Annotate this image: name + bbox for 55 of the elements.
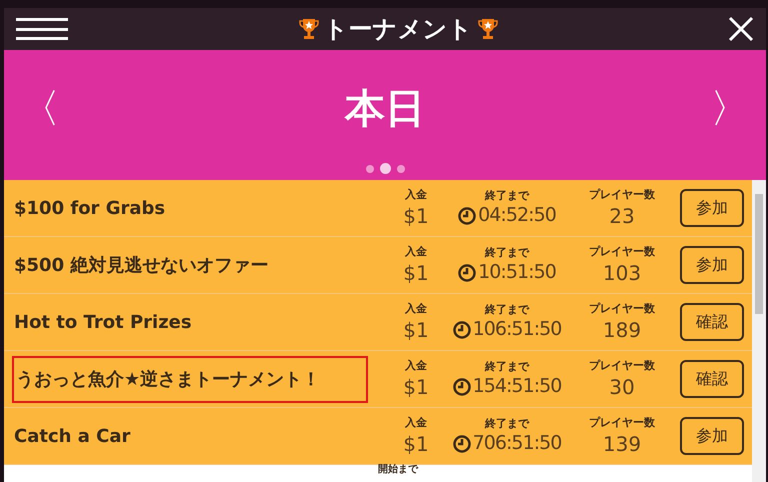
fee-value: $1 [403,374,429,400]
action-button[interactable]: 参加 [680,417,744,455]
time-label: 開始まで [378,465,418,477]
time-value: 04:52:50 [478,204,556,228]
tournament-name: $500 絶対見逃せないオファー [13,254,270,278]
fee-value: $1 [403,432,429,457]
fee-label: 入金 [405,187,427,204]
players-label: プレイヤー数 [589,187,655,204]
players-value: 23 [609,204,635,229]
time-label: 終了まで [485,416,529,432]
fee-value: $1 [403,318,429,343]
fee-value: $1 [403,204,429,229]
clock-icon [458,207,476,226]
action-button[interactable]: 確認 [680,303,744,341]
time-value: 10:51:50 [478,261,556,286]
close-icon[interactable] [728,16,754,42]
fee-label: 入金 [405,415,427,432]
fee-label: 入金 [405,301,427,318]
action-button[interactable]: 参加 [680,189,744,227]
clock-icon [452,321,471,340]
tournament-name: Hot to Trot Prizes [13,310,193,334]
trophy-icon [298,17,320,41]
players-value: 189 [602,318,642,343]
players-label: プレイヤー数 [589,301,655,318]
tournament-name: うおっと魚介★逆さまトーナメント！ [12,356,368,402]
menu-icon[interactable] [16,18,68,40]
time-value: 106:51:50 [472,318,562,342]
clock-icon [452,435,471,454]
tournament-name: Catch a Car [13,424,132,448]
fee-label: 入金 [405,244,427,260]
action-button[interactable]: 参加 [680,246,744,284]
time-label: 終了まで [485,188,529,204]
previous-button[interactable]: 〈 [20,88,60,128]
clock-icon [452,378,471,396]
players-value: 139 [602,432,642,457]
time-value: 706:51:50 [472,432,562,456]
scrollbar[interactable] [752,180,766,482]
players-label: プレイヤー数 [589,415,655,432]
fee-label: 入金 [405,358,427,374]
players-value: 103 [602,260,642,286]
players-label: プレイヤー数 [589,244,655,260]
time-label: 終了まで [485,358,529,375]
fee-value: $1 [403,260,429,286]
time-label: 終了まで [485,302,529,318]
time-value: 154:51:50 [472,375,562,400]
clock-icon [458,264,476,282]
day-label: 本日 [345,84,425,134]
next-button[interactable]: 〉 [710,88,750,128]
time-label: 終了まで [485,244,529,261]
players-label: プレイヤー数 [589,358,655,374]
tournament-name: $100 for Grabs [13,196,166,220]
players-value: 30 [609,374,635,400]
action-button[interactable]: 確認 [680,360,744,398]
header-title: トーナメント [324,14,472,45]
trophy-icon [476,17,498,41]
